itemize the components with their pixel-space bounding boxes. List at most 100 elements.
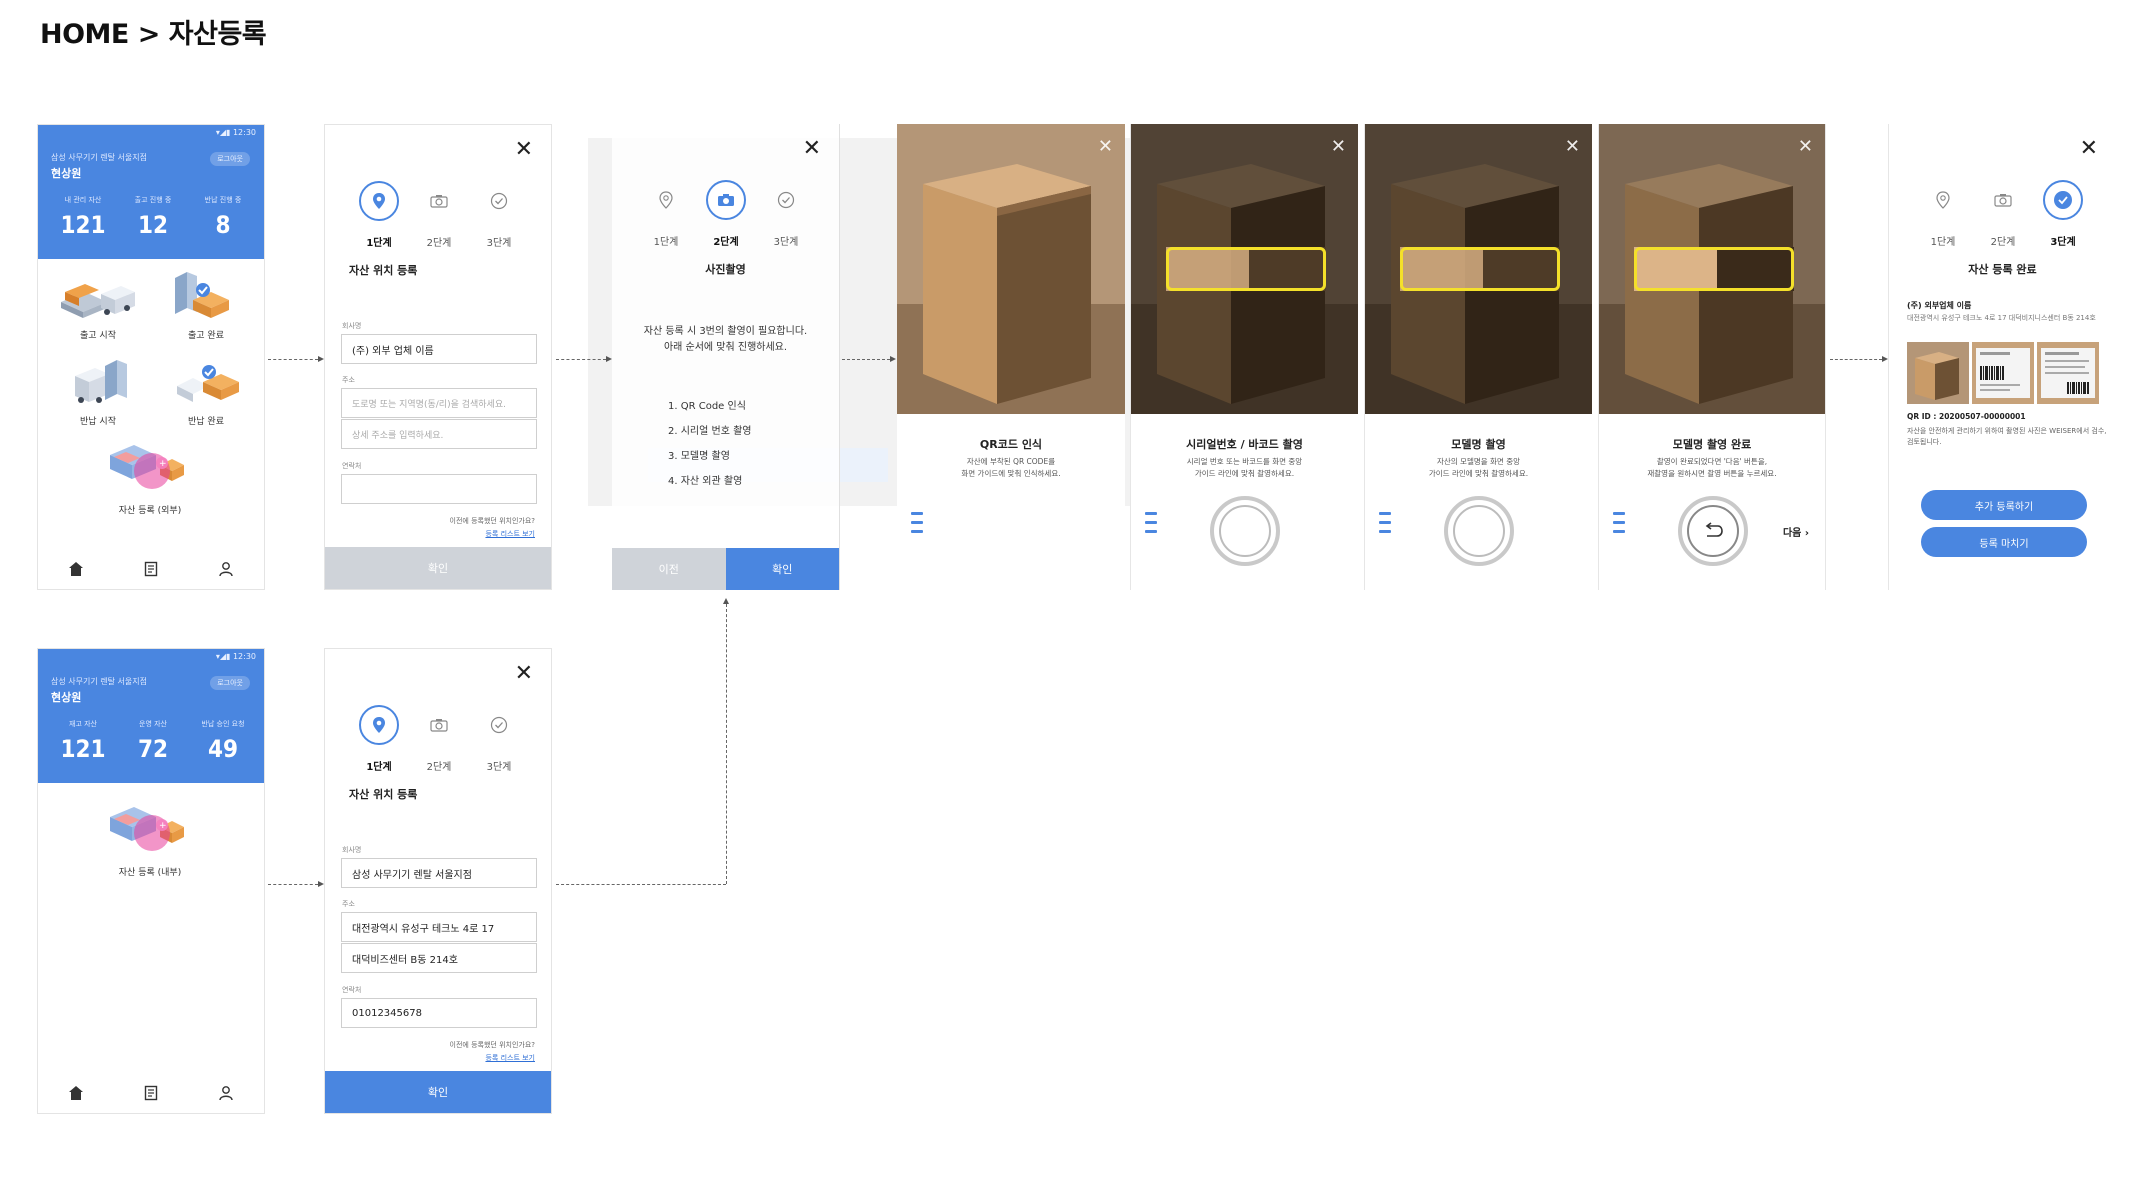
menu-asset-register-internal[interactable]: + 자산 등록 (내부): [100, 797, 200, 878]
camera-title: 모델명 촬영 완료: [1672, 438, 1752, 451]
menu-ship-start[interactable]: 출고 시작: [48, 280, 148, 341]
home-screen-internal: ▾◢▮ 12:30 삼성 사무기기 렌탈 서울지점 현상원 로그아웃 재고 자산…: [37, 648, 265, 1114]
home-icon[interactable]: [66, 1083, 86, 1103]
add-more-button[interactable]: 추가 등록하기: [1921, 490, 2087, 520]
step3-screen: ✕ 1단계 2단계 3단계 자산 등록 완료 (주) 외부업체 이름 대전광역시…: [1888, 124, 2116, 590]
photo-steps-list: 1. QR Code 인식 2. 시리얼 번호 촬영 3. 모델명 촬영 4. …: [668, 394, 751, 494]
stat-operating[interactable]: 운영 자산 72: [118, 719, 188, 763]
step-2: 2단계: [409, 181, 469, 249]
address-detail-field[interactable]: 대덕비즈센터 B동 214호: [341, 943, 537, 973]
close-icon[interactable]: ✕: [1331, 136, 1346, 157]
close-icon[interactable]: ✕: [1565, 136, 1580, 157]
close-icon[interactable]: ✕: [803, 138, 821, 160]
contact-field[interactable]: [341, 474, 537, 504]
step-title: 자산 위치 등록: [349, 788, 418, 801]
confirm-button[interactable]: 확인: [325, 1071, 551, 1113]
user-icon[interactable]: [216, 1083, 236, 1103]
logout-button[interactable]: 로그아웃: [210, 676, 250, 690]
next-button[interactable]: 다음 ›: [1783, 524, 1809, 539]
scan-guide-box: [1400, 247, 1560, 291]
step-3: 3단계: [469, 181, 529, 249]
address-search-field[interactable]: 대전광역시 유성구 테크노 4로 17: [341, 912, 537, 942]
confirm-button[interactable]: 확인: [725, 548, 839, 590]
review-note: 자산을 안전하게 관리하기 위하여 촬영된 사진은 WEISER에서 검수, 검…: [1907, 427, 2107, 446]
return-truck-icon: [75, 360, 127, 403]
stat-shipping[interactable]: 출고 진행 중 12: [118, 195, 188, 239]
stat-returning[interactable]: 반납 진행 중 8: [188, 195, 258, 239]
hamburger-icon[interactable]: [911, 512, 923, 539]
home-header: ▾◢▮ 12:30 삼성 사무기기 렌탈 서울지점 현상원 로그아웃 내 관리 …: [38, 125, 264, 259]
return-check-icon: [177, 365, 239, 402]
close-icon[interactable]: ✕: [515, 663, 533, 685]
retake-icon: [1705, 522, 1723, 537]
camera-icon: [430, 195, 448, 208]
camera-screen-serial: ✕ 시리얼번호 / 바코드 촬영 시리얼 번호 또는 바코드를 화면 중앙 가이드…: [1130, 124, 1358, 590]
menu-ship-done[interactable]: 출고 완료: [156, 270, 256, 341]
registered-list-link[interactable]: 등록 리스트 보기: [485, 529, 535, 539]
warehouse-check-icon: [175, 272, 229, 318]
address-search-field[interactable]: 도로명 또는 지역명(동/리)을 검색하세요.: [341, 388, 537, 418]
step-title: 자산 등록 완료: [1968, 263, 2037, 276]
step-indicator: 1단계 2단계 3단계: [325, 705, 551, 785]
close-icon[interactable]: ✕: [1798, 136, 1813, 157]
camera-icon: [430, 719, 448, 732]
check-circle-icon: [490, 192, 508, 210]
registered-address: 대전광역시 유성구 테크노 4로 17 대덕비지니스센터 B동 214호: [1907, 314, 2096, 322]
menu-return-start[interactable]: 반납 시작: [48, 360, 148, 427]
user-icon[interactable]: [216, 559, 236, 579]
hamburger-icon[interactable]: [1613, 512, 1625, 539]
model-photo-thumbnail[interactable]: [2037, 342, 2099, 404]
camera-title: 모델명 촬영: [1451, 438, 1506, 451]
step-indicator: 1단계 2단계 3단계: [612, 180, 839, 260]
list-icon[interactable]: [141, 559, 161, 579]
retake-button[interactable]: [1678, 496, 1748, 566]
svg-text:+: +: [159, 821, 167, 831]
camera-icon: [1994, 194, 2012, 207]
asset-register-icon: +: [110, 807, 184, 851]
shutter-button[interactable]: [1444, 496, 1514, 566]
address-label: 주소: [342, 376, 355, 384]
step-3: 3단계: [2033, 180, 2093, 248]
scan-guide-box: [1166, 247, 1326, 291]
qr-id: QR ID : 20200507-00000001: [1907, 412, 2026, 421]
camera-description: 촬영이 완료되었다면 '다음' 버튼을, 재촬영을 원하시면 촬영 버튼을 누르세…: [1647, 457, 1777, 478]
stat-return-approval[interactable]: 반납 승인 요청 49: [188, 719, 258, 763]
stat-managed[interactable]: 내 관리 자산 121: [48, 195, 118, 239]
confirm-button[interactable]: 확인: [325, 547, 551, 589]
camera-description: 시리얼 번호 또는 바코드를 화면 중앙 가이드 라인에 맞춰 촬영하세요.: [1186, 457, 1303, 478]
step-2: 2단계: [1973, 180, 2033, 248]
asset-photo-thumbnail[interactable]: [1907, 342, 1969, 404]
serial-photo-thumbnail[interactable]: [1972, 342, 2034, 404]
location-pin-icon: [373, 193, 385, 209]
list-item: 2. 시리얼 번호 촬영: [668, 426, 752, 437]
menu-return-done[interactable]: 반납 완료: [156, 360, 256, 427]
step-1: 1단계: [636, 180, 696, 248]
location-pin-icon: [373, 717, 385, 733]
list-icon[interactable]: [141, 1083, 161, 1103]
list-item: 4. 자산 외관 촬영: [668, 476, 743, 487]
hamburger-icon[interactable]: [1145, 512, 1157, 539]
finish-button[interactable]: 등록 마치기: [1921, 527, 2087, 557]
close-icon[interactable]: ✕: [2080, 138, 2098, 160]
registered-list-link[interactable]: 등록 리스트 보기: [485, 1053, 535, 1063]
svg-text:+: +: [159, 459, 167, 469]
hamburger-icon[interactable]: [1379, 512, 1391, 539]
contact-field[interactable]: 01012345678: [341, 998, 537, 1028]
shutter-button[interactable]: [1210, 496, 1280, 566]
home-header: ▾◢▮ 12:30 삼성 사무기기 렌탈 서울지점 현상원 로그아웃 재고 자산…: [38, 649, 264, 783]
step-indicator: 1단계 2단계 3단계: [325, 181, 551, 261]
menu-asset-register-external[interactable]: + 자산 등록 (외부): [100, 435, 200, 516]
close-icon[interactable]: ✕: [515, 139, 533, 161]
logout-button[interactable]: 로그아웃: [210, 152, 250, 166]
camera-preview: [897, 124, 1125, 414]
home-screen-external: ▾◢▮ 12:30 삼성 사무기기 렌탈 서울지점 현상원 로그아웃 내 관리 …: [37, 124, 265, 590]
close-icon[interactable]: ✕: [1098, 136, 1113, 157]
stat-stock[interactable]: 재고 자산 121: [48, 719, 118, 763]
home-icon[interactable]: [66, 559, 86, 579]
step1-screen-internal: ✕ 1단계 2단계 3단계 자산 위치 등록 회사명 삼성 사무기기 렌탈 서울…: [324, 648, 552, 1114]
company-field[interactable]: 삼성 사무기기 렌탈 서울지점: [341, 858, 537, 888]
step-2: 2단계: [409, 705, 469, 773]
company-field[interactable]: (주) 외부 업체 이름: [341, 334, 537, 364]
address-detail-field[interactable]: 상세 주소를 입력하세요.: [341, 419, 537, 449]
prev-button[interactable]: 이전: [612, 548, 726, 590]
